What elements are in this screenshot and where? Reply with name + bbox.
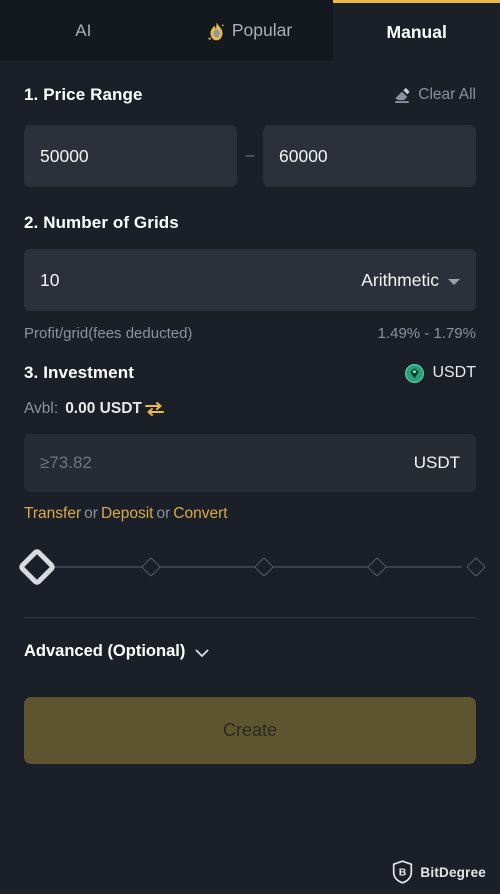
eraser-icon: [395, 87, 410, 103]
advanced-options-label: Advanced (Optional): [24, 642, 186, 660]
funding-links-row: Transfer or Deposit or Convert: [24, 505, 476, 523]
investment-amount-box[interactable]: USDT: [24, 434, 476, 492]
links-separator-2: or: [156, 505, 171, 522]
svg-text:B: B: [399, 866, 407, 878]
currency-selector[interactable]: USDT: [405, 363, 476, 383]
bitdegree-shield-icon: B: [393, 860, 413, 884]
available-balance-row: Avbl: 0.00 USDT: [24, 400, 476, 418]
profit-per-grid-value: 1.49% - 1.79%: [377, 325, 476, 342]
lower-price-input[interactable]: [40, 145, 221, 167]
grids-count-input[interactable]: [40, 269, 210, 291]
section-divider: [24, 617, 476, 618]
transfer-link[interactable]: Transfer: [24, 505, 81, 522]
price-range-separator: –: [245, 147, 255, 164]
deposit-link[interactable]: Deposit: [101, 505, 154, 522]
flame-icon: [208, 22, 225, 41]
tab-ai-label: AI: [75, 20, 92, 40]
tab-popular[interactable]: Popular: [166, 0, 334, 61]
swap-arrows-icon[interactable]: [144, 401, 164, 417]
tab-manual[interactable]: Manual: [333, 0, 500, 61]
create-button[interactable]: Create: [24, 697, 476, 764]
profit-per-grid-row: Profit/grid(fees deducted) 1.49% - 1.79%: [24, 325, 476, 342]
upper-price-input[interactable]: [279, 145, 460, 167]
tab-ai[interactable]: AI: [0, 0, 167, 61]
slider-tick-50[interactable]: [254, 557, 274, 577]
tab-popular-label: Popular: [231, 20, 293, 40]
price-range-header: 1. Price Range Clear All: [24, 83, 476, 107]
investment-header: 3. Investment USDT: [24, 360, 476, 386]
convert-link[interactable]: Convert: [173, 505, 227, 522]
available-balance-label: Avbl:: [24, 400, 59, 417]
clear-all-label: Clear All: [418, 86, 476, 103]
slider-tick-100[interactable]: [466, 557, 486, 577]
links-separator-1: or: [84, 505, 98, 522]
grids-title: 2. Number of Grids: [24, 213, 179, 232]
grid-mode-dropdown[interactable]: Arithmetic: [361, 270, 460, 291]
investment-amount-slider[interactable]: [17, 547, 486, 587]
tab-manual-label: Manual: [386, 21, 447, 42]
investment-amount-input[interactable]: [40, 453, 414, 473]
grid-trading-panel: AI Popular Manual 1. Price Range Clear A…: [0, 0, 500, 894]
lower-price-box[interactable]: [24, 125, 237, 187]
price-range-inputs: –: [24, 125, 476, 187]
chevron-down-icon: [448, 279, 460, 285]
advanced-options-toggle[interactable]: Advanced (Optional): [24, 642, 476, 661]
profit-per-grid-label: Profit/grid(fees deducted): [24, 325, 193, 342]
grids-header: 2. Number of Grids: [24, 213, 476, 233]
grids-input-box[interactable]: Arithmetic: [24, 249, 476, 311]
available-balance-value: 0.00 USDT: [65, 400, 142, 417]
create-button-label: Create: [222, 720, 278, 740]
bitdegree-watermark-label: BitDegree: [420, 864, 486, 880]
price-range-title: 1. Price Range: [24, 85, 143, 104]
currency-label: USDT: [432, 364, 476, 381]
bitdegree-watermark: B BitDegree: [392, 860, 486, 884]
grid-mode-label: Arithmetic: [361, 269, 439, 290]
upper-price-box[interactable]: [263, 125, 476, 187]
usdt-coin-icon: [405, 363, 425, 383]
investment-amount-unit: USDT: [413, 453, 460, 472]
chevron-down-icon: [195, 649, 209, 657]
investment-title: 3. Investment: [24, 363, 134, 382]
slider-handle[interactable]: [17, 547, 57, 587]
mode-tabbar: AI Popular Manual: [0, 0, 500, 61]
slider-tick-25[interactable]: [141, 557, 161, 577]
panel-content: 1. Price Range Clear All – 2. Number of …: [0, 83, 500, 764]
slider-tick-75[interactable]: [367, 557, 387, 577]
slider-track[interactable]: [38, 566, 462, 568]
clear-all-button[interactable]: Clear All: [394, 86, 476, 104]
